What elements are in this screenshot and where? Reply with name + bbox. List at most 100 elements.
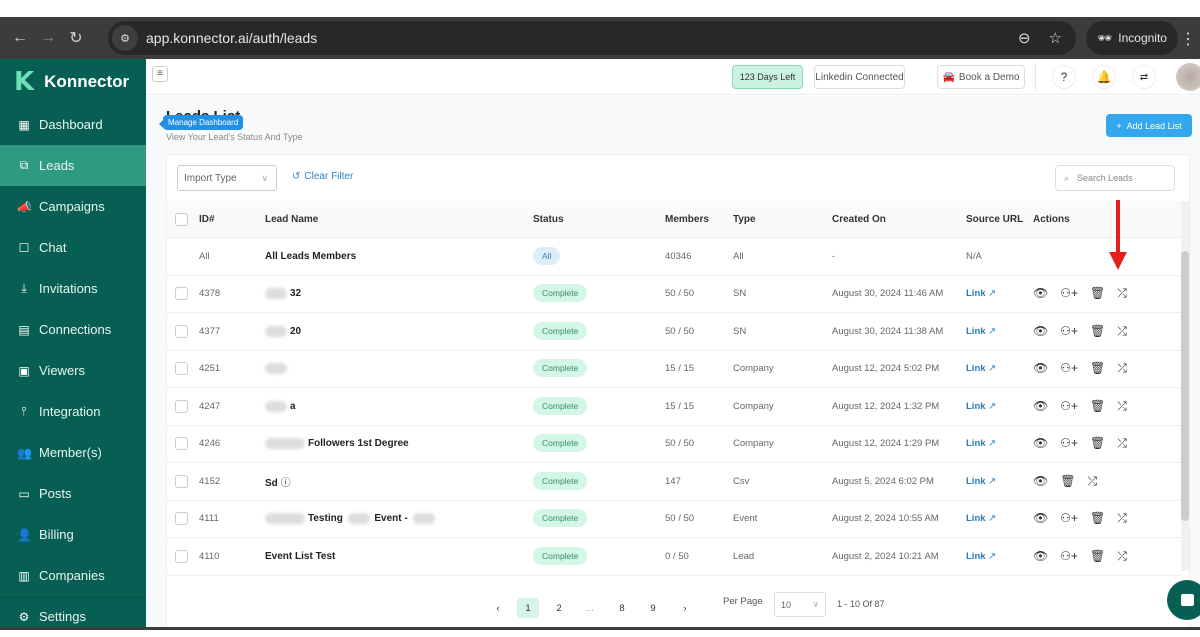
trash-icon[interactable]: 🗑	[1090, 399, 1105, 414]
row-checkbox[interactable]	[175, 549, 188, 563]
row-lead-name[interactable]: Followers 1st Degree	[265, 438, 409, 449]
add-user-icon[interactable]: ⚇+	[1060, 549, 1078, 564]
sidebar-item-viewers[interactable]: ▣ Viewers	[0, 350, 146, 391]
site-info-icon[interactable]: ⚙	[112, 25, 138, 51]
sidebar-item-settings[interactable]: ⚙ Settings	[0, 596, 146, 637]
forward-icon[interactable]: →	[34, 29, 62, 47]
column-header-lead-name[interactable]: Lead Name	[265, 214, 318, 225]
shuffle-icon[interactable]: ⤮	[1117, 324, 1127, 339]
source-link[interactable]: Link ↗	[966, 326, 996, 337]
trash-icon[interactable]: 🗑	[1090, 549, 1105, 564]
source-link[interactable]: Link ↗	[966, 438, 996, 449]
shuffle-icon[interactable]: ⤮	[1117, 436, 1127, 451]
table-scrollbar[interactable]	[1181, 201, 1189, 571]
eye-icon[interactable]: 👁	[1033, 361, 1048, 376]
search-leads-input[interactable]: ⌕ Search Leads	[1055, 165, 1175, 191]
chat-support-button[interactable]	[1167, 580, 1200, 620]
add-user-icon[interactable]: ⚇+	[1060, 399, 1078, 414]
next-page-icon[interactable]: ›	[674, 598, 696, 618]
days-left-badge[interactable]: 123 Days Left	[732, 65, 803, 89]
sidebar-item-posts[interactable]: ▭ Posts	[0, 473, 146, 514]
per-page-select[interactable]: 10 ∨	[774, 592, 826, 617]
row-lead-name[interactable]: Sd ⓘ	[265, 474, 291, 489]
row-lead-name[interactable]: All Leads Members	[265, 251, 356, 262]
sidebar-item-companies[interactable]: ▥ Companies	[0, 555, 146, 596]
brand-logo[interactable]: K Konnector	[0, 59, 146, 104]
address-bar[interactable]: ⚙ app.konnector.ai/auth/leads ⊖ ☆	[108, 21, 1076, 55]
row-checkbox[interactable]	[175, 362, 188, 376]
back-icon[interactable]: ←	[6, 29, 34, 47]
table-row[interactable]: 4111 Testing Event - Complete 50 / 50 Ev…	[167, 501, 1181, 538]
table-row[interactable]: 4246 Followers 1st Degree Complete 50 / …	[167, 426, 1181, 463]
row-checkbox[interactable]	[175, 324, 188, 338]
eye-icon[interactable]: 👁	[1033, 399, 1048, 414]
linkedin-connected-button[interactable]: Linkedin Connected	[814, 65, 905, 89]
add-user-icon[interactable]: ⚇+	[1060, 436, 1078, 451]
shuffle-icon[interactable]: ⤮	[1087, 474, 1097, 489]
column-header-status[interactable]: Status	[533, 214, 564, 225]
row-lead-name[interactable]: a	[265, 400, 296, 412]
zoom-icon[interactable]: ⊖	[1018, 29, 1031, 47]
eye-icon[interactable]: 👁	[1033, 511, 1048, 526]
import-type-select[interactable]: Import Type ∨	[177, 165, 277, 191]
url-text[interactable]: app.konnector.ai/auth/leads	[146, 30, 317, 46]
eye-icon[interactable]: 👁	[1033, 549, 1048, 564]
column-header-members[interactable]: Members	[665, 214, 709, 225]
table-row[interactable]: 4378 32 Complete 50 / 50 SN August 30, 2…	[167, 276, 1181, 313]
sidebar-item-billing[interactable]: 👤 Billing	[0, 514, 146, 555]
row-lead-name[interactable]: Event List Test	[265, 551, 335, 562]
row-checkbox[interactable]	[175, 437, 188, 451]
trash-icon[interactable]: 🗑	[1090, 286, 1105, 301]
page-8-button[interactable]: 8	[611, 598, 633, 618]
sidebar-item-connections[interactable]: ▤ Connections	[0, 309, 146, 350]
page-2-button[interactable]: 2	[548, 598, 570, 618]
shuffle-icon[interactable]: ⤮	[1117, 511, 1127, 526]
source-link[interactable]: Link ↗	[966, 513, 996, 524]
menu-toggle-icon[interactable]: ≡	[152, 66, 168, 82]
book-demo-button[interactable]: 🚘 Book a Demo	[937, 65, 1025, 89]
row-checkbox[interactable]	[175, 512, 188, 526]
add-user-icon[interactable]: ⚇+	[1060, 511, 1078, 526]
add-lead-list-button[interactable]: + Add Lead List	[1106, 114, 1192, 137]
column-header-id[interactable]: ID#	[199, 214, 215, 225]
eye-icon[interactable]: 👁	[1033, 474, 1048, 489]
sidebar-item-invitations[interactable]: ⤓ Invitations	[0, 268, 146, 309]
table-row[interactable]: 4152 Sd ⓘ Complete 147 Csv August 5, 202…	[167, 463, 1181, 501]
source-link[interactable]: Link ↗	[966, 476, 996, 487]
shuffle-icon[interactable]: ⤮	[1117, 399, 1127, 414]
notification-bell-icon[interactable]: 🔔	[1092, 65, 1116, 89]
eye-icon[interactable]: 👁	[1033, 286, 1048, 301]
column-header-created-on[interactable]: Created On	[832, 214, 886, 225]
select-all-checkbox[interactable]	[175, 212, 188, 226]
table-row[interactable]: 4377 20 Complete 50 / 50 SN August 30, 2…	[167, 313, 1181, 351]
add-user-icon[interactable]: ⚇+	[1060, 286, 1078, 301]
trash-icon[interactable]: 🗑	[1090, 361, 1105, 376]
page-9-button[interactable]: 9	[642, 598, 664, 618]
trash-icon[interactable]: 🗑	[1060, 474, 1075, 489]
column-header-type[interactable]: Type	[733, 214, 756, 225]
reload-icon[interactable]: ↻	[62, 28, 90, 48]
info-icon[interactable]: ⓘ	[281, 478, 291, 489]
add-user-icon[interactable]: ⚇+	[1060, 324, 1078, 339]
shuffle-icon[interactable]: ⤮	[1117, 361, 1127, 376]
row-lead-name[interactable]: Testing Event -	[265, 513, 437, 524]
help-icon[interactable]: ?	[1052, 65, 1076, 89]
table-row[interactable]: 4110 Event List Test Complete 0 / 50 Lea…	[167, 538, 1181, 576]
sidebar-item-chat[interactable]: ☐ Chat	[0, 227, 146, 268]
switch-account-icon[interactable]: ⇄	[1132, 65, 1156, 89]
clear-filter-button[interactable]: ↺ Clear Filter	[292, 171, 353, 182]
source-link[interactable]: Link ↗	[966, 288, 996, 299]
incognito-badge[interactable]: 🕶 Incognito	[1086, 21, 1178, 55]
sidebar-item-members[interactable]: 👥 Member(s)	[0, 432, 146, 473]
table-row[interactable]: 4251 Complete 15 / 15 Company August 12,…	[167, 351, 1181, 388]
eye-icon[interactable]: 👁	[1033, 324, 1048, 339]
row-checkbox[interactable]	[175, 474, 188, 488]
source-link[interactable]: Link ↗	[966, 363, 996, 374]
sidebar-item-integration[interactable]: ⫯ Integration	[0, 391, 146, 432]
column-header-source-url[interactable]: Source URL	[966, 214, 1023, 225]
row-lead-name[interactable]	[265, 363, 290, 375]
trash-icon[interactable]: 🗑	[1090, 436, 1105, 451]
prev-page-icon[interactable]: ‹	[487, 598, 509, 618]
eye-icon[interactable]: 👁	[1033, 436, 1048, 451]
sidebar-item-leads[interactable]: ⧉ Leads	[0, 145, 146, 186]
